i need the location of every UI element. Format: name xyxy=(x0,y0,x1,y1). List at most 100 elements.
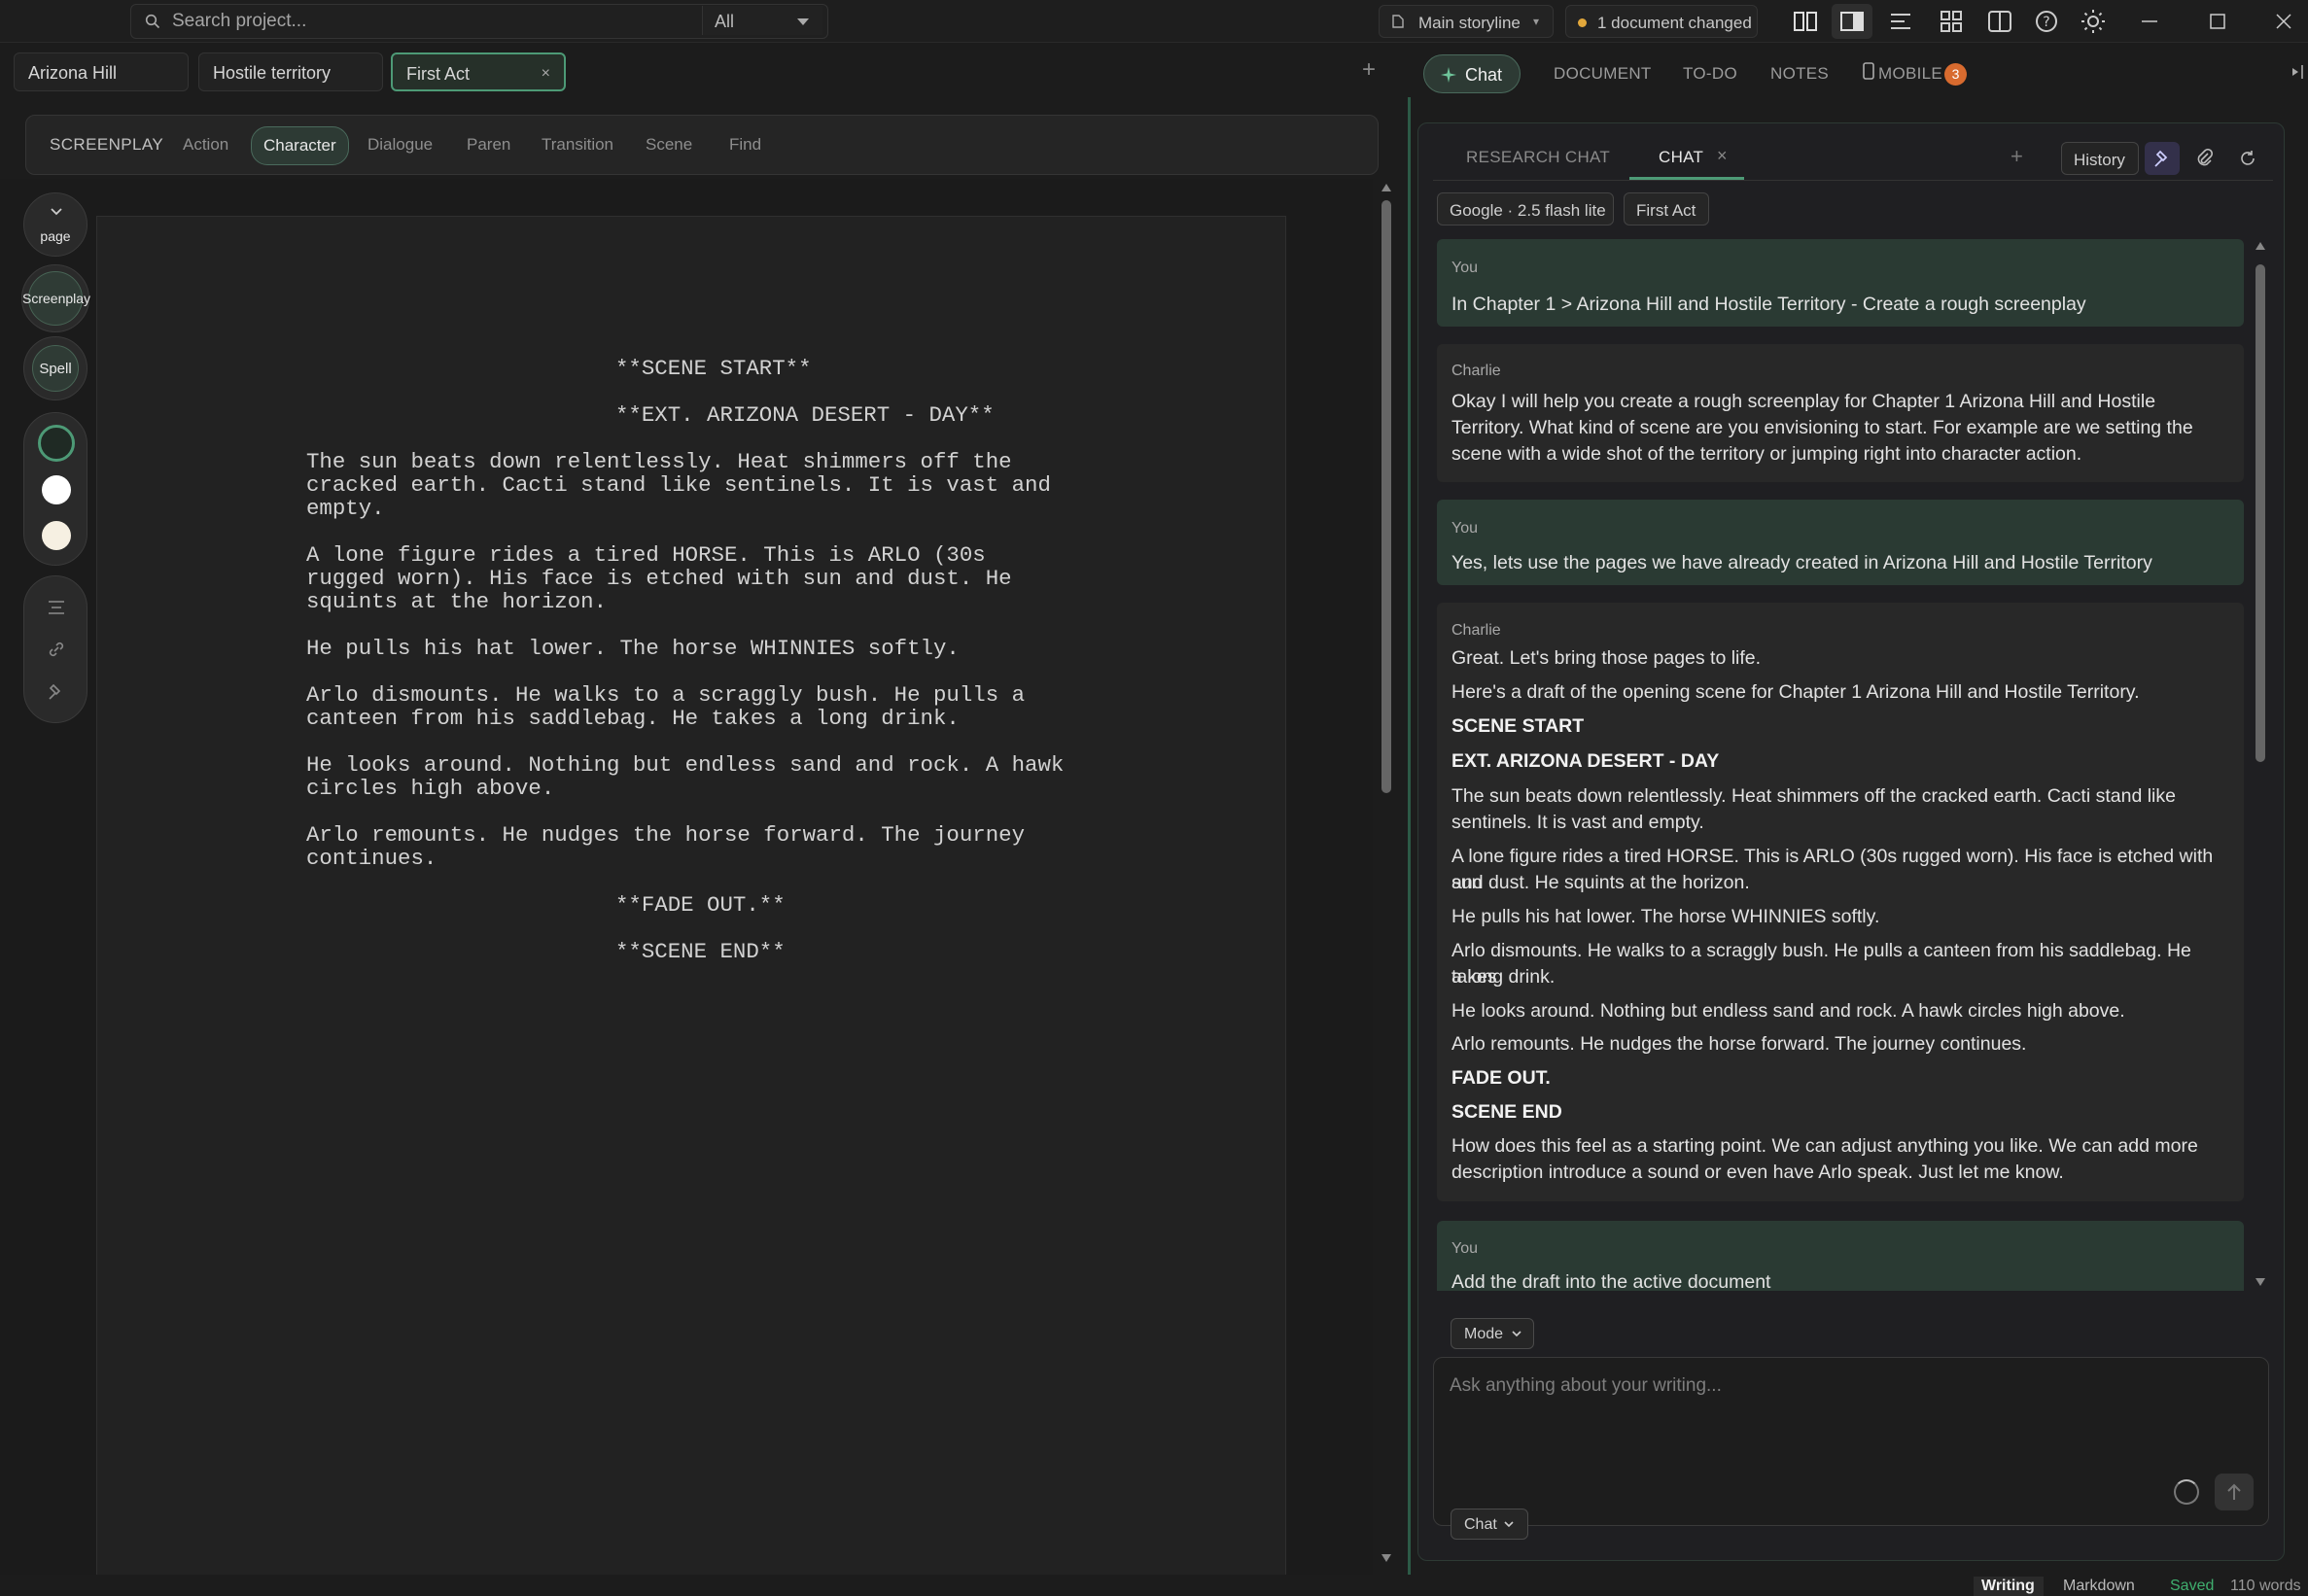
tab-notes[interactable]: NOTES xyxy=(1770,64,1829,84)
maximize-button[interactable] xyxy=(2195,4,2240,39)
message-text: SCENE END xyxy=(1451,1101,1562,1123)
context-chip[interactable]: First Act xyxy=(1624,192,1709,226)
list-icon xyxy=(1891,14,1910,29)
doc-tab-label: Arizona Hill xyxy=(28,63,118,83)
tab-document[interactable]: DOCUMENT xyxy=(1554,64,1652,84)
link-icon[interactable] xyxy=(48,641,65,658)
doc-tab-hostile-territory[interactable]: Hostile territory xyxy=(198,52,383,91)
history-label: History xyxy=(2074,151,2125,169)
format-dialogue-button[interactable]: Dialogue xyxy=(367,128,433,161)
swatch-white[interactable] xyxy=(42,475,71,504)
minimize-button[interactable] xyxy=(2127,4,2172,39)
doc-tab-label: First Act xyxy=(406,64,471,84)
history-button[interactable]: History xyxy=(2061,142,2139,175)
scroll-up-icon[interactable] xyxy=(2255,241,2266,251)
panel-divider[interactable] xyxy=(1408,97,1411,1596)
markdown-mode-button[interactable]: Markdown xyxy=(2063,1577,2135,1596)
screenplay-mode-label: Screenplay xyxy=(22,291,91,306)
theme-toggle-button[interactable] xyxy=(2073,4,2114,39)
maximize-icon xyxy=(2210,14,2225,29)
subtab-research-chat[interactable]: RESEARCH CHAT xyxy=(1466,148,1610,167)
format-paren-button[interactable]: Paren xyxy=(467,128,510,161)
chat-input[interactable] xyxy=(1450,1371,2227,1401)
message-text: He looks around. Nothing but endless san… xyxy=(1451,1000,2125,1022)
layout-right-panel-button[interactable] xyxy=(1832,4,1872,39)
message-author: You xyxy=(1451,1240,1478,1257)
swatch-dark[interactable] xyxy=(38,425,75,462)
align-icon[interactable] xyxy=(48,600,65,615)
mode-label: Mode xyxy=(1464,1326,1504,1342)
format-scene-button[interactable]: Scene xyxy=(646,128,692,161)
writing-mode-button[interactable]: Writing xyxy=(1981,1577,2035,1596)
chat-scroll-thumb[interactable] xyxy=(2256,264,2265,762)
attach-button[interactable] xyxy=(2187,142,2222,175)
storyline-button[interactable]: Main storyline ▾ xyxy=(1379,5,1554,38)
split-icon xyxy=(1988,11,2011,32)
scene-heading-line: **SCENE START** xyxy=(615,356,812,381)
help-button[interactable]: ? xyxy=(2026,4,2067,39)
message-text: Great. Let's bring those pages to life. xyxy=(1451,647,1762,669)
branch-icon xyxy=(1392,15,1404,28)
pin-icon[interactable] xyxy=(48,683,65,701)
pin-chat-button[interactable] xyxy=(2145,142,2180,175)
format-transition-button[interactable]: Transition xyxy=(542,128,613,161)
swatch-cream[interactable] xyxy=(42,521,71,550)
editor-scrollbar[interactable] xyxy=(1379,179,1392,1569)
tool-group xyxy=(23,575,87,723)
add-tab-button[interactable]: + xyxy=(1357,58,1381,82)
chat-mode-dropdown[interactable]: Chat xyxy=(1451,1509,1528,1540)
page-label: page xyxy=(40,228,71,244)
page-toggle-button[interactable]: page xyxy=(23,192,87,257)
action-line: The sun beats down relentlessly. Heat sh… xyxy=(306,449,1012,474)
layout-dual-pane-button[interactable] xyxy=(1785,4,1826,39)
send-button[interactable] xyxy=(2215,1474,2254,1510)
message-text: EXT. ARIZONA DESERT - DAY xyxy=(1451,750,1720,772)
tab-chat[interactable]: Chat xyxy=(1423,54,1521,93)
doc-tab-first-act[interactable]: First Act × xyxy=(391,52,566,91)
scroll-down-icon[interactable] xyxy=(2255,1277,2266,1287)
add-chat-button[interactable]: + xyxy=(2011,144,2023,169)
message-text: and dust. He squints at the horizon. xyxy=(1451,872,1750,893)
format-character-button[interactable]: Character xyxy=(251,126,349,165)
action-line: Arlo remounts. He nudges the horse forwa… xyxy=(306,822,1026,848)
scroll-up-icon[interactable] xyxy=(1381,183,1392,192)
chat-scrollbar[interactable] xyxy=(2254,239,2267,1291)
screenplay-mode-button[interactable]: Screenplay xyxy=(21,264,91,332)
find-button[interactable]: Find xyxy=(729,128,761,161)
documents-changed-button[interactable]: 1 document changed xyxy=(1565,5,1758,38)
screenplay-page[interactable]: **SCENE START** **EXT. ARIZONA DESERT - D… xyxy=(96,216,1286,1596)
close-tab-icon[interactable]: × xyxy=(542,65,550,83)
help-icon: ? xyxy=(2036,11,2057,32)
message-text: He pulls his hat lower. The horse WHINNI… xyxy=(1451,906,1880,927)
storyline-label: Main storyline xyxy=(1418,14,1521,32)
close-subtab-icon[interactable]: × xyxy=(1717,146,1728,166)
model-chip[interactable]: Google · 2.5 flash lite xyxy=(1437,192,1614,226)
mode-dropdown[interactable]: Mode xyxy=(1451,1318,1534,1349)
chat-composer[interactable] xyxy=(1433,1357,2269,1526)
message-text: scene with a wide shot of the territory … xyxy=(1451,443,2082,465)
outline-button[interactable] xyxy=(1880,4,1921,39)
word-count: 110 words xyxy=(2230,1578,2301,1594)
mobile-icon xyxy=(1863,62,1874,80)
reset-chat-button[interactable] xyxy=(2230,142,2265,175)
chat-message-user: You Yes, lets use the pages we have alre… xyxy=(1437,500,2244,585)
refresh-icon xyxy=(2241,151,2255,165)
tab-mobile[interactable]: MOBILE xyxy=(1878,64,1942,84)
subtab-chat[interactable]: CHAT xyxy=(1659,148,1703,167)
scroll-down-icon[interactable] xyxy=(1381,1553,1392,1563)
editor-scroll-thumb[interactable] xyxy=(1381,200,1391,793)
message-text: a long drink. xyxy=(1451,966,1556,988)
tab-todo[interactable]: TO-DO xyxy=(1683,64,1737,84)
chat-message-user: You Add the draft into the active docume… xyxy=(1437,1221,2244,1291)
doc-tab-arizona-hill[interactable]: Arizona Hill xyxy=(14,52,189,91)
chat-message-user: You In Chapter 1 > Arizona Hill and Host… xyxy=(1437,239,2244,327)
grid-view-button[interactable] xyxy=(1931,4,1972,39)
search-scope-select[interactable]: All xyxy=(702,6,822,35)
spell-check-button[interactable]: Spell xyxy=(23,336,87,400)
format-action-button[interactable]: Action xyxy=(183,128,228,161)
close-window-button[interactable] xyxy=(2261,4,2306,39)
collapse-panel-icon[interactable] xyxy=(2291,64,2304,80)
screenplay-toolbar-title: SCREENPLAY xyxy=(50,135,164,154)
chat-messages[interactable]: You In Chapter 1 > Arizona Hill and Host… xyxy=(1437,239,2244,1291)
split-view-button[interactable] xyxy=(1979,4,2020,39)
